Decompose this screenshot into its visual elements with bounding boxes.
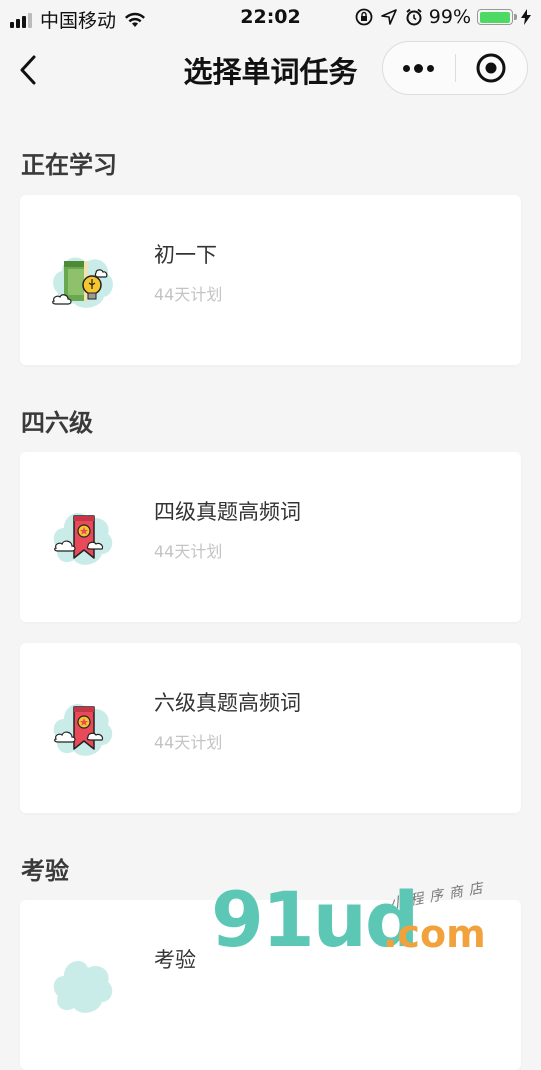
battery-icon: [477, 9, 517, 25]
close-button[interactable]: [456, 42, 528, 94]
target-close-icon: [476, 53, 506, 83]
task-plan: 44天计划: [154, 285, 223, 304]
mini-program-capsule: [382, 41, 528, 95]
task-card[interactable]: 四级真题高频词 44天计划: [20, 452, 521, 622]
task-name: 初一下: [154, 243, 217, 267]
task-name: 六级真题高频词: [154, 691, 301, 715]
more-dot-icon: [427, 64, 435, 72]
task-plan: 44天计划: [154, 542, 223, 561]
battery-fill: [479, 11, 511, 23]
rotation-lock-icon: [355, 8, 373, 26]
location-icon: [380, 9, 397, 25]
status-right: 99%: [347, 6, 531, 28]
nav-bar: 选择单词任务: [0, 34, 541, 104]
book-bulb-icon: [50, 247, 116, 317]
ribbon-badge-icon: [50, 504, 116, 574]
more-dot-icon: [403, 64, 411, 72]
alarm-icon: [405, 8, 423, 26]
ribbon-badge-icon: [50, 952, 116, 1022]
task-plan: 44天计划: [154, 733, 223, 752]
status-bar: 中国移动 22:02 99%: [0, 0, 541, 34]
watermark-logo: 小程序商店 91ud .com: [211, 879, 511, 960]
battery-percent: 99%: [428, 6, 471, 28]
section-title-exam: 考验: [21, 857, 69, 885]
charging-icon: [521, 9, 531, 25]
task-name: 四级真题高频词: [154, 500, 301, 524]
section-title-studying: 正在学习: [21, 151, 117, 179]
task-name: 考验: [154, 948, 196, 972]
ribbon-badge-icon: [50, 695, 116, 765]
watermark-suffix: .com: [383, 912, 486, 956]
section-title-cet: 四六级: [21, 409, 93, 437]
task-card[interactable]: 初一下 44天计划: [20, 195, 521, 365]
task-card[interactable]: 六级真题高频词 44天计划: [20, 643, 521, 813]
more-dot-icon: [414, 63, 424, 73]
more-button[interactable]: [383, 42, 455, 94]
